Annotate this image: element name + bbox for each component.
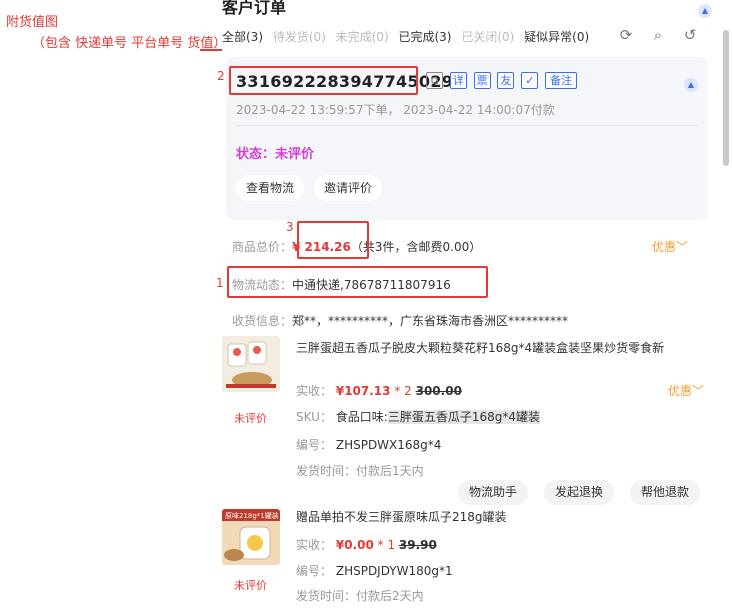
tab-abnormal[interactable]: 疑似异常(0) <box>524 28 589 45</box>
tab-completed[interactable]: 已完成(3) <box>398 28 451 45</box>
note-button[interactable]: 备注 <box>545 72 578 89</box>
invoice-badge[interactable]: 票 <box>473 72 491 89</box>
product-title[interactable]: 赠品单拍不发三胖蛋原味瓜子218g罐装 <box>296 508 507 525</box>
logistics-helper-button[interactable]: 物流助手 <box>458 480 529 505</box>
product-review-status: 未评价 <box>234 579 267 592</box>
promo-label: 优惠 <box>652 240 677 254</box>
code-label: 编号： <box>296 564 333 578</box>
collapse-up-icon[interactable]: ▲ <box>698 4 712 18</box>
product-image-icon: 原味218g*1罐装 <box>222 509 280 565</box>
friend-badge[interactable]: 友 <box>497 72 515 89</box>
product-review-status: 未评价 <box>234 412 267 425</box>
product-ship-line: 发货时间：付款后2天内 <box>296 589 424 603</box>
paid-label: 实收： <box>296 384 333 398</box>
product-code: ZHSPDWX168g*4 <box>335 438 442 452</box>
product-paid-line: 实收： ¥0.00 * 1 39.90 <box>296 536 437 553</box>
tab-all[interactable]: 全部(3) <box>222 28 263 45</box>
initiate-exchange-button[interactable]: 发起退换 <box>544 480 615 505</box>
order-tabs: 全部(3) 待发货(0) 未完成(0) 已完成(3) 已关闭(0) 疑似异常(0… <box>222 28 595 46</box>
view-logistics-button[interactable]: 查看物流 <box>236 175 305 201</box>
product-code-line: 编号： ZHSPDWX168g*4 <box>296 436 441 453</box>
thumb-label: 原味218g*1罐装 <box>225 511 279 520</box>
total-label: 商品总价： <box>232 240 293 254</box>
quantity: * 2 <box>394 384 412 398</box>
tab-incomplete[interactable]: 未完成(0) <box>336 28 389 45</box>
sku-label: SKU： <box>296 410 332 424</box>
address-value: 郑**，**********，广东省珠海市香洲区********** <box>292 314 569 328</box>
chevron-down-icon: ﹀ <box>676 240 689 254</box>
original-price: 300.00 <box>415 384 462 398</box>
product-ship-line: 发货时间：付款后1天内 <box>296 464 424 478</box>
refresh-icon[interactable]: ⟳ <box>617 26 635 44</box>
highlight-total-price <box>297 221 369 259</box>
marker-2: 2 <box>217 69 225 83</box>
paid-value: ¥107.13 <box>335 384 391 398</box>
help-refund-button[interactable]: 帮他退款 <box>630 480 701 505</box>
scrollbar[interactable] <box>723 30 729 166</box>
invite-review-button[interactable]: 邀请评价 <box>314 175 383 201</box>
address-label: 收货信息： <box>232 314 293 328</box>
annotation-subtitle: （包含 快递单号 平台单号 货值） <box>32 36 227 51</box>
product-promo-label: 优惠 <box>668 384 693 398</box>
sku-prefix: 食品口味: <box>335 410 388 424</box>
tab-pending-ship[interactable]: 待发货(0) <box>273 28 326 45</box>
highlight-logistics <box>227 266 488 298</box>
tab-closed[interactable]: 已关闭(0) <box>461 28 514 45</box>
promo-link[interactable]: 优惠﹀ <box>652 238 688 255</box>
collapse-card-icon[interactable]: ▲ <box>684 78 698 92</box>
product-thumbnail[interactable] <box>222 336 280 392</box>
product-paid-line: 实收： ¥107.13 * 2 300.00 <box>296 382 462 399</box>
detail-badge[interactable]: 详 <box>449 72 467 89</box>
check-icon[interactable]: ✓ <box>521 72 539 89</box>
card-divider <box>236 125 698 126</box>
address-row: 收货信息：郑**，**********，广东省珠海市香洲区********** <box>232 312 568 329</box>
paid-value: ¥0.00 <box>335 538 374 552</box>
product-sku-line: SKU： 食品口味:三胖蛋五香瓜子168g*4罐装 <box>296 408 540 425</box>
product-code: ZHSPDJDYW180g*1 <box>335 564 453 578</box>
annotation-title: 附货值图 <box>6 15 59 30</box>
product-code-line: 编号： ZHSPDJDYW180g*1 <box>296 562 453 579</box>
product-title[interactable]: 三胖蛋超五香瓜子脱皮大颗粒葵花籽168g*4罐装盒装坚果炒货零食新 <box>296 339 664 356</box>
marker-1: 1 <box>216 276 224 290</box>
order-badges: ⧉ 详 票 友 ✓ 备注 <box>426 72 580 89</box>
marker-3: 3 <box>286 220 294 234</box>
chevron-down-icon: ﹀ <box>692 384 705 398</box>
product-thumbnail[interactable]: 原味218g*1罐装 <box>222 509 280 565</box>
order-status: 状态：未评价 <box>236 147 315 162</box>
total-note: （共3件，含邮费0.00） <box>350 240 482 254</box>
history-icon[interactable]: ↺ <box>681 26 699 44</box>
tab-tools: ⟳ ⌕ ↺ <box>617 26 713 44</box>
sku-value: 三胖蛋五香瓜子168g*4罐装 <box>387 410 540 424</box>
search-icon[interactable]: ⌕ <box>649 26 667 44</box>
copy-icon[interactable]: ⧉ <box>426 72 443 89</box>
panel-title: 客户订单 <box>222 0 287 17</box>
order-time: 2023-04-22 13:59:57下单， 2023-04-22 14:00:… <box>236 103 555 117</box>
annotation-underline <box>200 49 224 51</box>
highlight-order-number <box>229 66 418 95</box>
quantity: * 1 <box>377 538 396 552</box>
paid-label: 实收： <box>296 538 333 552</box>
product-promo-link[interactable]: 优惠﹀ <box>668 382 704 399</box>
code-label: 编号： <box>296 438 333 452</box>
product-image-icon <box>222 336 280 392</box>
original-price: 39.90 <box>398 538 437 552</box>
